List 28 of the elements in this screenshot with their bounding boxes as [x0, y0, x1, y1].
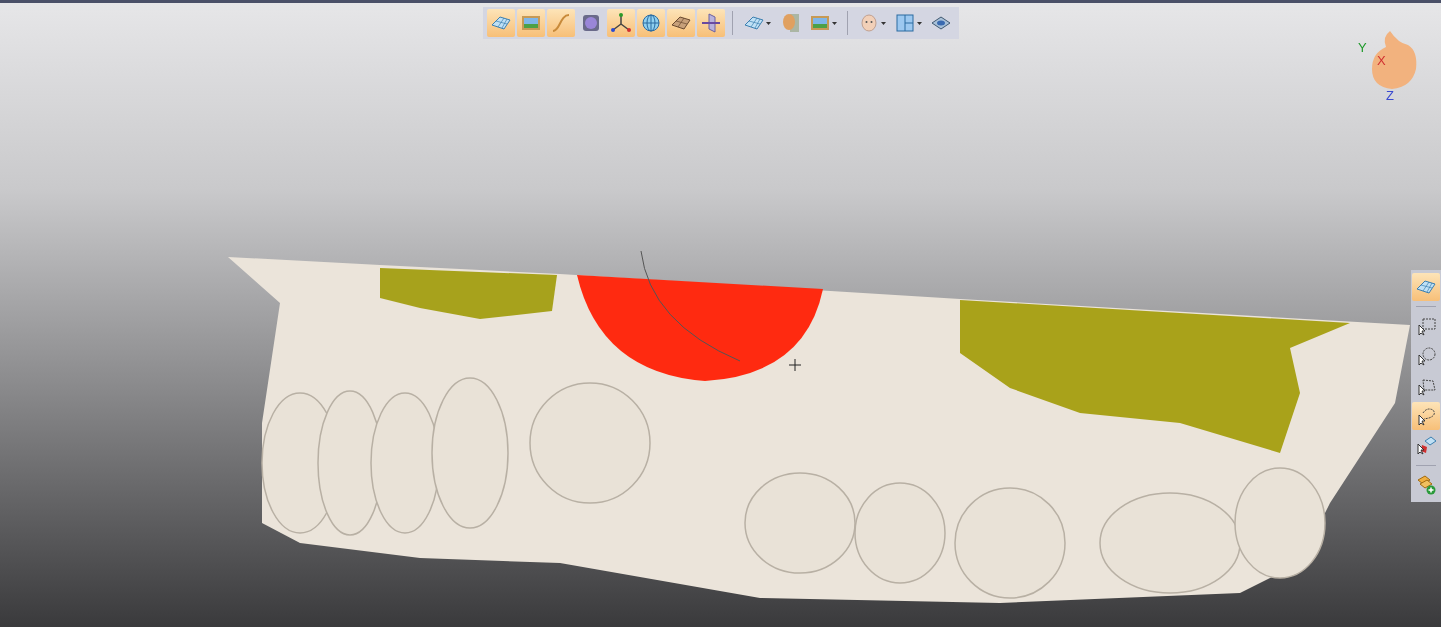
toolbar-button[interactable]: [637, 9, 665, 37]
toolbar-button[interactable]: [547, 9, 575, 37]
caret-icon: [917, 21, 922, 25]
layout-icon: [894, 12, 916, 34]
axis-label: Z: [1386, 89, 1394, 102]
lasso-select-icon: [1415, 405, 1437, 427]
caret-icon: [881, 21, 886, 25]
toolbar-button[interactable]: [517, 9, 545, 37]
crosshair-cursor-icon: [788, 358, 802, 372]
curve-icon: [550, 12, 572, 34]
face-icon: [858, 12, 880, 34]
axis-label: Y: [1358, 41, 1367, 54]
rectangle-select-icon: [1415, 315, 1437, 337]
axis-label: X: [1377, 54, 1386, 67]
axes-icon: [610, 12, 632, 34]
toolbar-button[interactable]: [1412, 273, 1440, 301]
toolbar-button[interactable]: [607, 9, 635, 37]
globe-icon: [640, 12, 662, 34]
add-layer-icon: [1415, 474, 1437, 496]
caret-icon: [832, 21, 837, 25]
circle-select-icon: [1415, 345, 1437, 367]
mesh-paint-icon: [1415, 435, 1437, 457]
toolbar-button[interactable]: [487, 9, 515, 37]
toolbar-button[interactable]: [1412, 402, 1440, 430]
plane-icon: [700, 12, 722, 34]
toolbar-button[interactable]: [667, 9, 695, 37]
toolbar-button[interactable]: [697, 9, 725, 37]
caret-icon: [766, 21, 771, 25]
